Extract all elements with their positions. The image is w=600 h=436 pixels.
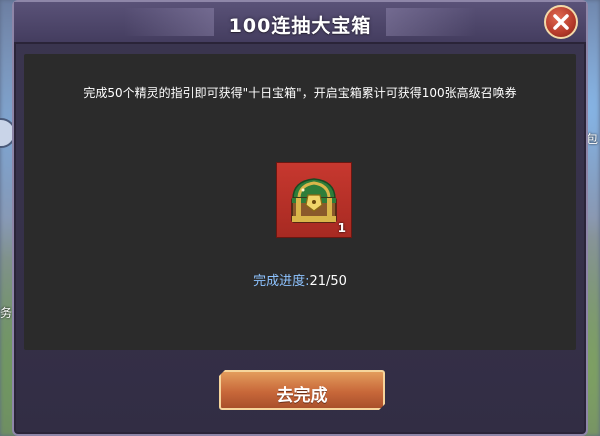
reward-item-slot[interactable]: 1	[276, 162, 352, 238]
close-icon	[553, 14, 569, 30]
reward-item-count: 1	[337, 221, 346, 235]
go-complete-button[interactable]: 去完成	[219, 370, 385, 410]
dialog-header: 100连抽大宝箱	[14, 2, 586, 44]
progress-row: 完成进度:21/50	[24, 270, 576, 289]
dialog-title: 100连抽大宝箱	[228, 15, 372, 37]
treasure-chest-dialog: 100连抽大宝箱 完成50个精灵的指引即可获得"十日宝箱"，开启宝箱累计可获得1…	[12, 0, 588, 436]
dialog-content: 完成50个精灵的指引即可获得"十日宝箱"，开启宝箱累计可获得100张高级召唤券 …	[24, 54, 576, 350]
progress-value: 21/50	[309, 274, 347, 289]
close-button[interactable]	[544, 5, 578, 39]
task-description: 完成50个精灵的指引即可获得"十日宝箱"，开启宝箱累计可获得100张高级召唤券	[83, 86, 517, 100]
background-text-left: 务	[0, 306, 13, 320]
progress-label: 完成进度:	[253, 274, 310, 289]
go-complete-button-label: 去完成	[276, 386, 328, 406]
